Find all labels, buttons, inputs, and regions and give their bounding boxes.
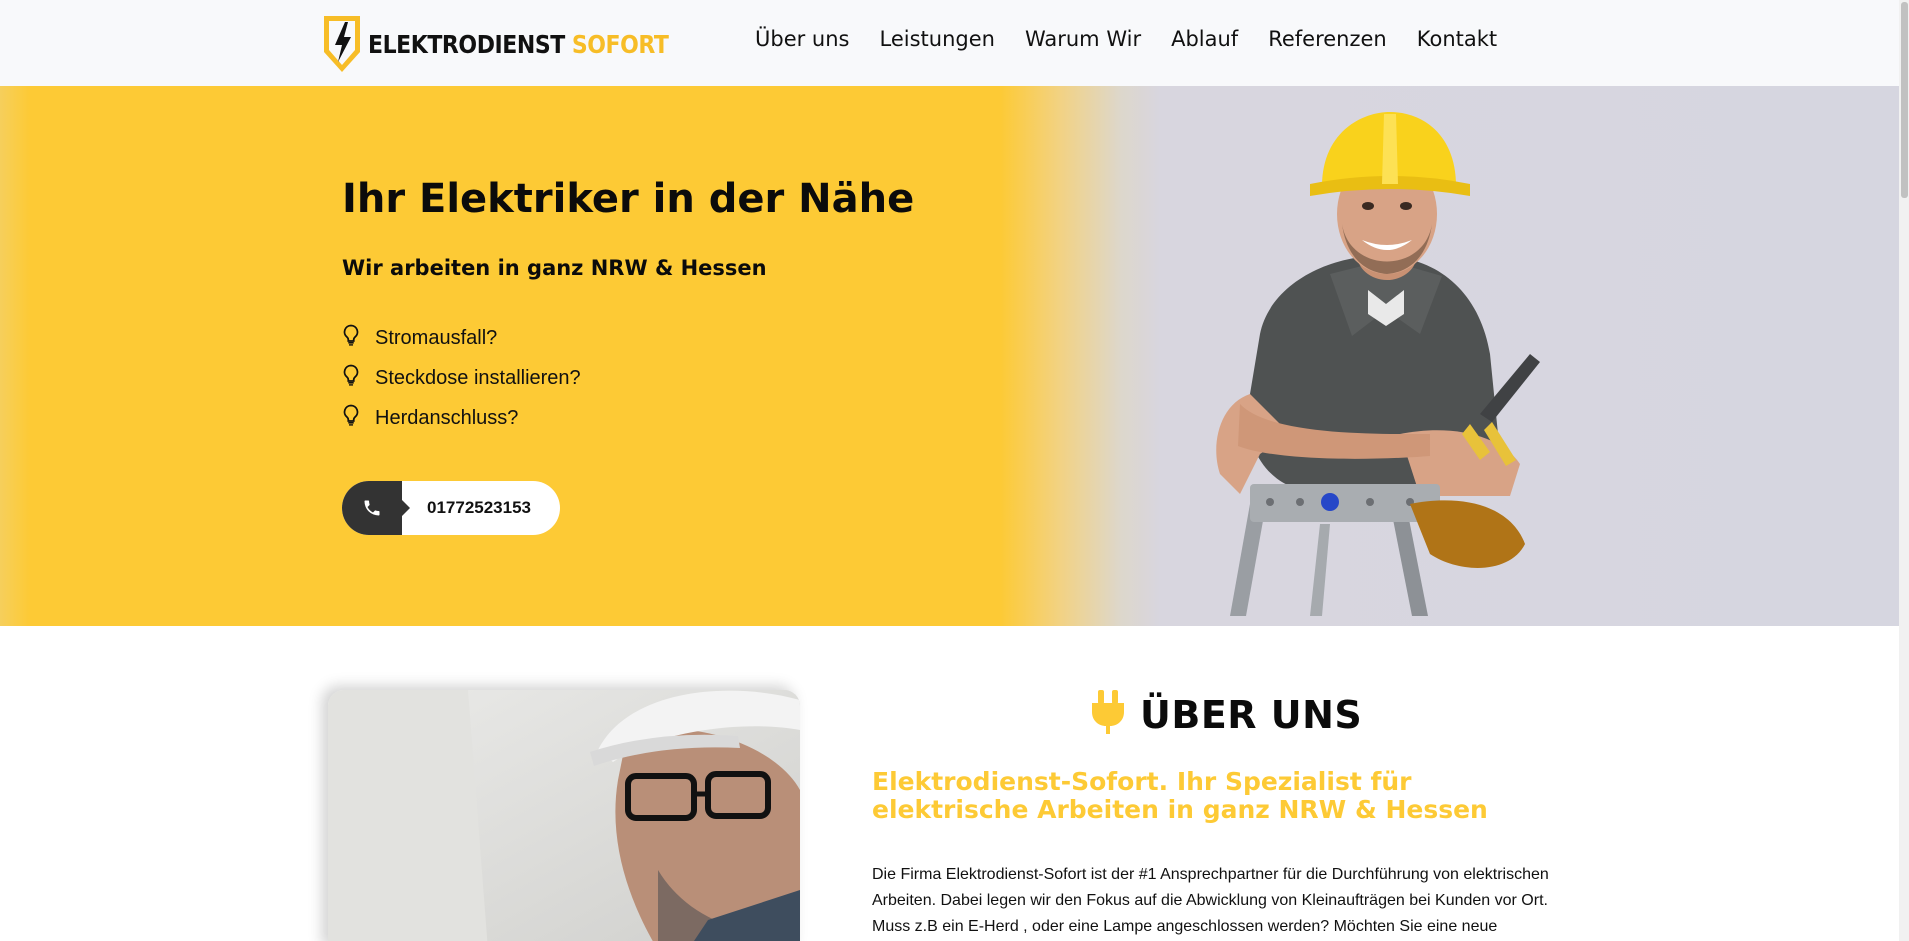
site-header: ELEKTRODIENST SOFORT Über uns Leistungen …	[0, 0, 1909, 86]
lightbulb-icon	[342, 364, 375, 392]
site-logo[interactable]: ELEKTRODIENST SOFORT	[318, 12, 709, 76]
logo-word-2: SOFORT	[571, 29, 669, 59]
main-nav: Über uns Leistungen Warum Wir Ablauf Ref…	[755, 24, 1497, 54]
phone-icon	[342, 481, 410, 535]
plug-icon	[1090, 688, 1140, 741]
about-title: ÜBER UNS	[1140, 692, 1363, 737]
nav-item-kontakt[interactable]: Kontakt	[1417, 27, 1497, 51]
nav-item-ablauf[interactable]: Ablauf	[1171, 27, 1238, 51]
about-heading: ÜBER UNS	[1090, 688, 1362, 741]
nav-item-ueber-uns[interactable]: Über uns	[755, 27, 850, 51]
list-item: Stromausfall?	[342, 318, 581, 358]
phone-number: 01772523153	[427, 498, 532, 517]
lightbulb-icon	[342, 324, 375, 352]
logo-word-1: ELEKTRODIENST	[368, 29, 565, 59]
list-item: Herdanschluss?	[342, 398, 581, 438]
nav-item-leistungen[interactable]: Leistungen	[880, 27, 995, 51]
list-item-label: Herdanschluss?	[375, 406, 519, 429]
hero-question-list: Stromausfall? Steckdose installieren? He…	[342, 318, 581, 438]
scrollbar-thumb[interactable]	[1901, 2, 1908, 198]
hero-subtitle: Wir arbeiten in ganz NRW & Hessen	[342, 256, 767, 280]
lightbulb-icon	[342, 404, 375, 432]
hero-worker-image	[1216, 112, 1540, 616]
about-subtitle: Elektrodienst-Sofort. Ihr Spezialist für…	[872, 767, 1488, 824]
nav-item-warum-wir[interactable]: Warum Wir	[1025, 27, 1141, 51]
hero-section: Ihr Elektriker in der Nähe Wir arbeiten …	[0, 86, 1909, 626]
lightning-shield-icon	[318, 12, 366, 76]
list-item-label: Steckdose installieren?	[375, 366, 581, 389]
list-item-label: Stromausfall?	[375, 326, 498, 349]
page-scrollbar[interactable]	[1899, 0, 1909, 941]
hero-title: Ihr Elektriker in der Nähe	[342, 176, 915, 222]
list-item: Steckdose installieren?	[342, 358, 581, 398]
logo-wordmark: ELEKTRODIENST SOFORT	[368, 29, 669, 59]
phone-call-button[interactable]: 01772523153	[342, 481, 560, 535]
about-image	[328, 690, 800, 941]
nav-item-referenzen[interactable]: Referenzen	[1268, 27, 1387, 51]
about-paragraph: Die Firma Elektrodienst-Sofort ist der #…	[872, 866, 1549, 935]
